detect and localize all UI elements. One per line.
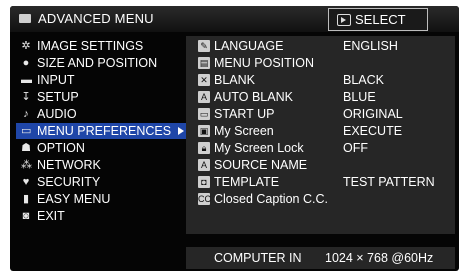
select-icon bbox=[337, 14, 351, 26]
submenu-item-value: ENGLISH bbox=[343, 39, 398, 53]
submenu-item-start-up[interactable]: ▭ START UP ORIGINAL bbox=[198, 106, 453, 122]
menu-item-label: AUDIO bbox=[37, 107, 77, 121]
setup-icon: ↧ bbox=[21, 91, 31, 103]
menu-item-exit[interactable]: ◙ EXIT bbox=[16, 208, 186, 224]
submenu-item-source-name[interactable]: A SOURCE NAME bbox=[198, 157, 453, 173]
menu-item-label: EASY MENU bbox=[37, 192, 111, 206]
menu-item-menu-preferences[interactable]: ▭ MENU PREFERENCES bbox=[16, 123, 186, 139]
submenu-item-label: My Screen Lock bbox=[214, 141, 304, 155]
submenu-item-value: OFF bbox=[343, 141, 368, 155]
security-icon: ♥ bbox=[22, 176, 30, 188]
source-name-icon: A bbox=[198, 159, 210, 171]
advanced-menu-icon bbox=[19, 14, 31, 23]
template-icon: ◘ bbox=[198, 176, 210, 188]
menu-item-label: SIZE AND POSITION bbox=[37, 56, 158, 70]
title-bar: ADVANCED MENU SELECT bbox=[10, 6, 459, 32]
submenu-item-label: START UP bbox=[214, 107, 275, 121]
my-screen-lock-icon: 🔒︎ bbox=[198, 142, 210, 154]
submenu-item-blank[interactable]: ✕ BLANK BLACK bbox=[198, 72, 453, 88]
submenu-panel: ✎ LANGUAGE ENGLISH ▤ MENU POSITION ✕ BLA… bbox=[186, 36, 455, 234]
submenu-item-label: AUTO BLANK bbox=[214, 90, 293, 104]
menu-item-network[interactable]: ⁂ NETWORK bbox=[16, 157, 186, 173]
menu-item-label: SETUP bbox=[37, 90, 79, 104]
auto-blank-icon: A bbox=[198, 91, 210, 103]
closed-caption-icon: CC bbox=[198, 193, 211, 205]
language-icon: ✎ bbox=[198, 40, 210, 52]
submenu-item-my-screen-lock[interactable]: 🔒︎ My Screen Lock OFF bbox=[198, 140, 453, 156]
submenu-item-label: Closed Caption C.C. bbox=[214, 192, 328, 206]
my-screen-icon: ▣ bbox=[198, 125, 210, 137]
menu-item-image-settings[interactable]: ✲ IMAGE SETTINGS bbox=[16, 38, 186, 54]
select-hint: SELECT bbox=[328, 8, 428, 31]
menu-title: ADVANCED MENU bbox=[38, 11, 154, 26]
input-icon: ▬ bbox=[21, 74, 32, 86]
menu-item-size-and-position[interactable]: ● SIZE AND POSITION bbox=[16, 55, 186, 71]
submenu-item-value: ORIGINAL bbox=[343, 107, 403, 121]
menu-item-label: OPTION bbox=[37, 141, 85, 155]
submenu-item-value: EXECUTE bbox=[343, 124, 403, 138]
menu-item-audio[interactable]: ♪ AUDIO bbox=[16, 106, 186, 122]
submenu-item-value: BLUE bbox=[343, 90, 376, 104]
submenu-item-language[interactable]: ✎ LANGUAGE ENGLISH bbox=[198, 38, 453, 54]
submenu-item-value: TEST PATTERN bbox=[343, 175, 435, 189]
submenu-item-label: My Screen bbox=[214, 124, 274, 138]
chevron-right-icon bbox=[178, 127, 184, 135]
submenu-item-my-screen[interactable]: ▣ My Screen EXECUTE bbox=[198, 123, 453, 139]
menu-item-option[interactable]: ☗ OPTION bbox=[16, 140, 186, 156]
submenu-item-label: MENU POSITION bbox=[214, 56, 315, 70]
network-icon: ⁂ bbox=[21, 159, 32, 171]
submenu-item-label: LANGUAGE bbox=[214, 39, 284, 53]
exit-icon: ◙ bbox=[22, 210, 30, 222]
submenu-item-label: BLANK bbox=[214, 73, 255, 87]
menu-preferences-icon: ▭ bbox=[21, 125, 32, 137]
signal-status-bar: COMPUTER IN 1024 × 768 @60Hz bbox=[186, 247, 455, 269]
submenu-item-closed-caption[interactable]: CC Closed Caption C.C. bbox=[198, 191, 453, 207]
main-menu-list: ✲ IMAGE SETTINGS ● SIZE AND POSITION ▬ I… bbox=[10, 36, 188, 271]
menu-item-label: NETWORK bbox=[37, 158, 101, 172]
select-label: SELECT bbox=[355, 12, 406, 27]
menu-item-label: MENU PREFERENCES bbox=[37, 124, 172, 138]
submenu-item-value: BLACK bbox=[343, 73, 384, 87]
menu-item-label: IMAGE SETTINGS bbox=[37, 39, 144, 53]
blank-icon: ✕ bbox=[198, 74, 210, 86]
signal-resolution: 1024 × 768 @60Hz bbox=[325, 251, 434, 265]
menu-item-label: INPUT bbox=[37, 73, 75, 87]
menu-item-setup[interactable]: ↧ SETUP bbox=[16, 89, 186, 105]
submenu-item-menu-position[interactable]: ▤ MENU POSITION bbox=[198, 55, 453, 71]
submenu-item-template[interactable]: ◘ TEMPLATE TEST PATTERN bbox=[198, 174, 453, 190]
projector-osd-menu: ADVANCED MENU SELECT ✲ IMAGE SETTINGS ● … bbox=[10, 6, 459, 271]
image-settings-icon: ✲ bbox=[21, 40, 31, 52]
menu-item-easy-menu[interactable]: ▮ EASY MENU bbox=[16, 191, 186, 207]
size-position-icon: ● bbox=[22, 57, 30, 69]
submenu-item-auto-blank[interactable]: A AUTO BLANK BLUE bbox=[198, 89, 453, 105]
easy-menu-icon: ▮ bbox=[22, 193, 30, 205]
submenu-item-label: SOURCE NAME bbox=[214, 158, 308, 172]
menu-position-icon: ▤ bbox=[198, 57, 210, 69]
audio-icon: ♪ bbox=[23, 108, 29, 120]
option-icon: ☗ bbox=[21, 142, 31, 154]
menu-item-label: SECURITY bbox=[37, 175, 101, 189]
menu-item-label: EXIT bbox=[37, 209, 65, 223]
start-up-icon: ▭ bbox=[198, 108, 210, 120]
input-source: COMPUTER IN bbox=[214, 251, 302, 265]
menu-item-security[interactable]: ♥ SECURITY bbox=[16, 174, 186, 190]
menu-item-input[interactable]: ▬ INPUT bbox=[16, 72, 186, 88]
submenu-item-label: TEMPLATE bbox=[214, 175, 280, 189]
